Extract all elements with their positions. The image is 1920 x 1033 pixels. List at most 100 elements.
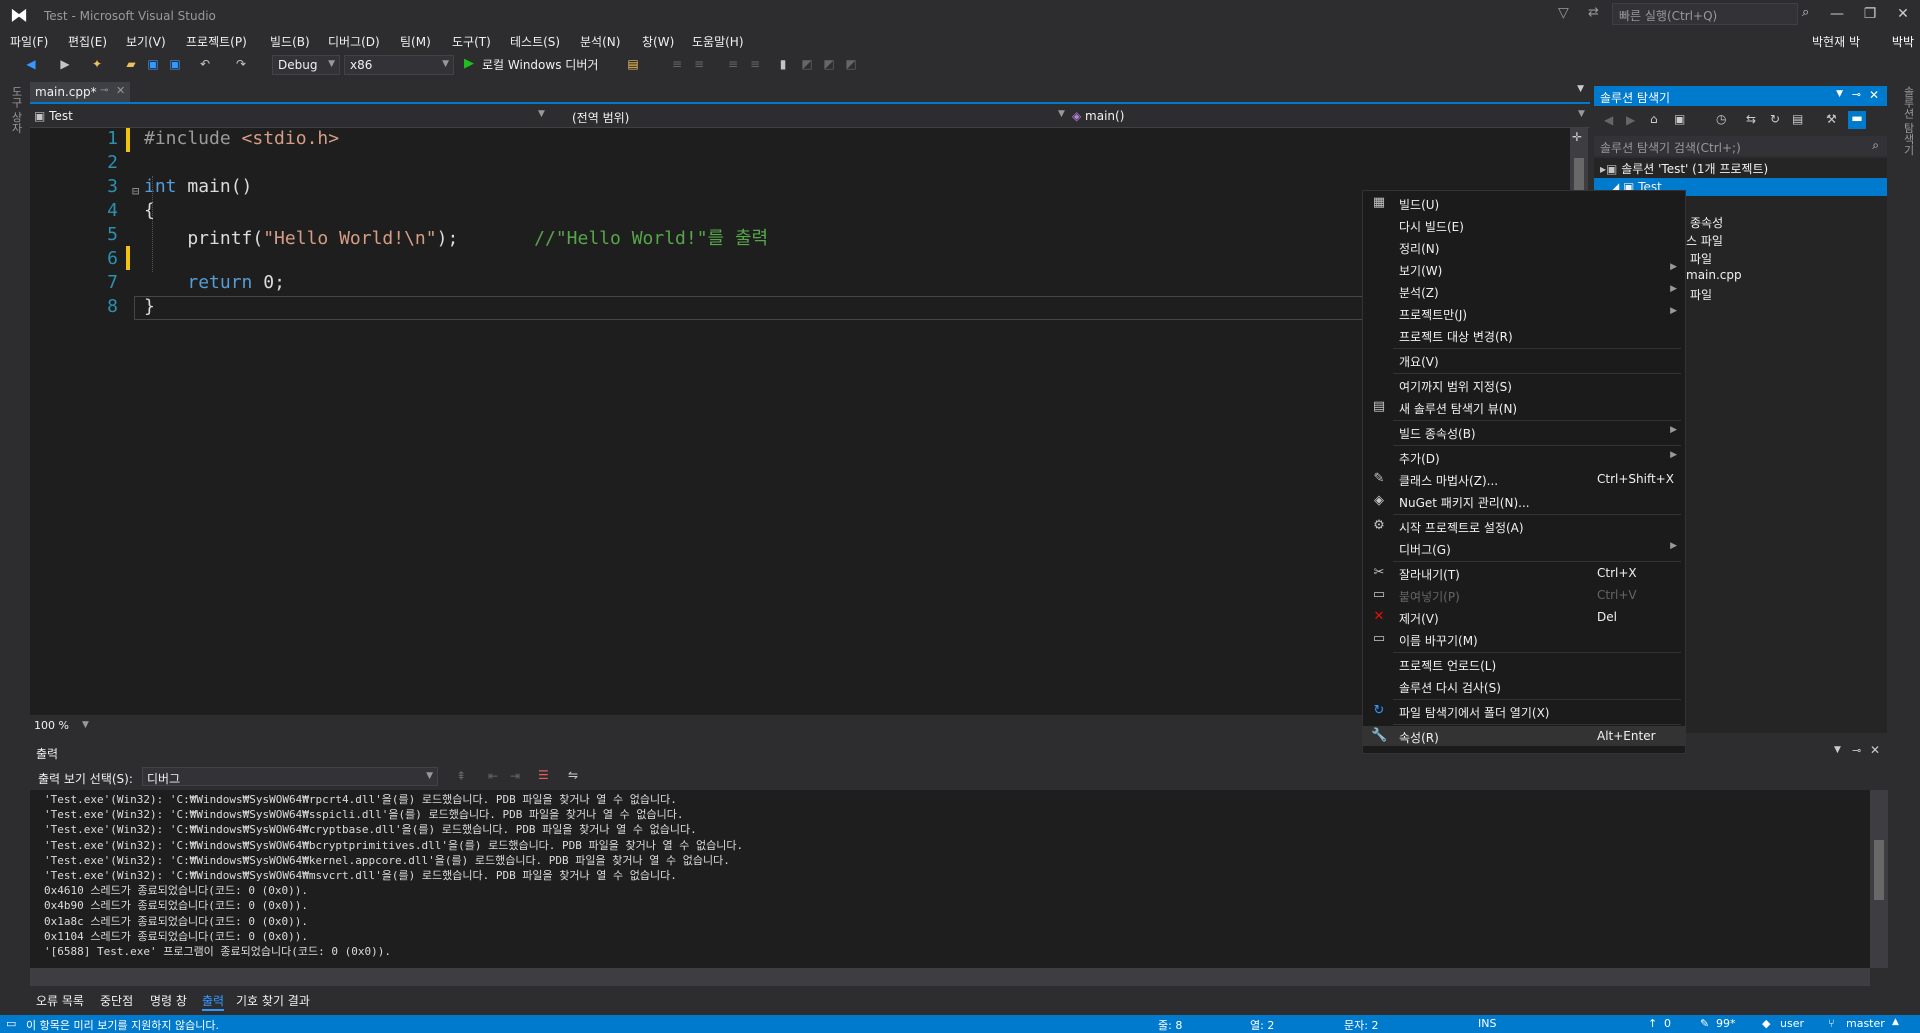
context-menu-item[interactable]: 🔧 속성(R) Alt+Enter [1363,726,1685,746]
menu-item[interactable]: 빌드(B) [270,33,310,50]
split-icon[interactable]: ✛ [1572,130,1582,144]
attach-icon[interactable]: ▤ [626,57,640,71]
context-menu-item[interactable]: 정리(N) [1363,237,1685,257]
chevron-up-icon[interactable]: ▲ [1892,1017,1899,1027]
clear-all-icon[interactable]: ☰ [538,768,549,782]
nav-scope-select[interactable]: (전역 범위) [572,109,629,126]
menu-item[interactable]: 도구(T) [452,33,491,50]
bottom-tab[interactable]: 중단점 [100,992,133,1009]
repo-icon[interactable]: ◆ [1762,1017,1770,1030]
solution-explorer-search[interactable]: 솔루션 탐색기 검색(Ctrl+;) ⌕ [1594,136,1887,156]
redo-icon[interactable]: ↷ [234,57,248,71]
up-arrow-icon[interactable]: ↑ [1648,1017,1657,1030]
context-menu-item[interactable]: ◈ NuGet 패키지 관리(N)... [1363,491,1685,511]
filter-icon[interactable]: ▽ [1558,5,1569,21]
toolbox-tab[interactable]: 도구 상자 [8,86,24,134]
start-debugger-button[interactable]: 로컬 Windows 디버거 [482,56,598,73]
close-icon[interactable]: ✕ [116,84,125,97]
uncomment-icon[interactable]: ≡ [748,57,762,71]
minimize-button[interactable]: — [1822,6,1852,22]
nav-project-select[interactable]: ▣ Test [34,109,73,123]
clear-bookmark-icon[interactable]: ◩ [844,57,858,71]
menu-item[interactable]: 파일(F) [10,33,48,50]
close-window-button[interactable]: ✕ [1888,6,1918,22]
tree-item-dependencies[interactable]: 종속성 [1690,214,1723,231]
tree-item-main-cpp[interactable]: main.cpp [1686,268,1742,282]
tree-item-resource-files[interactable]: 파일 [1690,286,1712,303]
search-icon[interactable]: ⌕ [1872,138,1879,153]
user-name[interactable]: 박현재 박 [1812,33,1860,50]
bookmark-icon[interactable]: ▮ [776,57,790,71]
pin-icon[interactable]: ⊸ [1852,744,1861,757]
chevron-down-icon[interactable]: ▼ [538,109,545,119]
menu-item[interactable]: 테스트(S) [510,33,560,50]
undo-icon[interactable]: ↶ [198,57,212,71]
next-bookmark-icon[interactable]: ◩ [822,57,836,71]
next-message-icon[interactable]: ⇥ [510,769,520,783]
menu-item[interactable]: 보기(V) [126,33,166,50]
solution-node[interactable]: ▸▣ 솔루션 'Test' (1개 프로젝트) [1600,160,1768,177]
context-menu-item[interactable]: 분석(Z) ▶ [1363,281,1685,301]
search-icon[interactable]: ⌕ [1802,5,1809,20]
code-editor[interactable]: ⊟ 1 2 3 4 5 6 7 8 #include <stdio.h> int main(){ … [30,128,1582,715]
menu-item[interactable]: 도움말(H) [692,33,744,50]
context-menu-item[interactable]: ▭ 붙여넣기(P) Ctrl+V [1363,585,1685,605]
context-menu-item[interactable]: 솔루션 다시 검사(S) [1363,676,1685,696]
scroll-thumb[interactable] [1874,840,1884,900]
maximize-button[interactable]: ❐ [1855,6,1885,22]
context-menu-item[interactable]: ▦ 빌드(U) [1363,193,1685,213]
menu-item[interactable]: 편집(E) [68,33,107,50]
context-menu-item[interactable]: ✂ 잘라내기(T) Ctrl+X [1363,563,1685,583]
tree-item-files[interactable]: 파일 [1690,250,1712,267]
play-icon[interactable]: ▶ [464,56,474,71]
home-icon[interactable]: ⌂ [1650,112,1658,126]
forward-icon[interactable]: ▶ [1626,113,1635,127]
switch-views-icon[interactable]: ▣ [1674,112,1685,126]
status-changes[interactable]: 99* [1716,1017,1736,1030]
bottom-tab[interactable]: 출력 [202,992,225,1011]
context-menu-item[interactable]: ✕ 제거(V) Del [1363,607,1685,627]
user-badge[interactable]: 박박 [1891,33,1914,50]
preview-icon[interactable]: ▬ [1848,111,1866,129]
comment-icon[interactable]: ≡ [726,57,740,71]
collapse-all-icon[interactable]: ▤ [1792,112,1803,126]
context-menu-item[interactable]: 다시 빌드(E) [1363,215,1685,235]
status-user[interactable]: user [1780,1017,1804,1030]
chevron-down-icon[interactable]: ▼ [82,720,89,730]
chevron-down-icon[interactable]: ▼ [1834,745,1841,755]
bottom-tab[interactable]: 기호 찾기 결과 [236,992,310,1009]
context-menu-item[interactable]: ⚙ 시작 프로젝트로 설정(A) [1363,516,1685,536]
menu-item[interactable]: 디버그(D) [328,33,380,50]
context-menu-item[interactable]: ↻ 파일 탐색기에서 폴더 열기(X) [1363,701,1685,721]
context-menu-item[interactable]: 개요(V) [1363,350,1685,370]
find-message-icon[interactable]: ⇞ [456,769,466,783]
menu-item[interactable]: 분석(N) [580,33,620,50]
outdent-icon[interactable]: ≡ [692,57,706,71]
context-menu-item[interactable]: 프로젝트 언로드(L) [1363,654,1685,674]
wrench-icon[interactable]: ⚒ [1826,112,1837,126]
context-menu-item[interactable]: ▭ 이름 바꾸기(M) [1363,629,1685,649]
context-menu-item[interactable]: 프로젝트만(J) ▶ [1363,303,1685,323]
pin-icon[interactable]: ⊸ [1852,88,1861,101]
chevron-down-icon[interactable]: ▼ [1058,109,1065,119]
platform-select[interactable]: x86 ▼ [344,55,454,75]
word-wrap-icon[interactable]: ⇋ [568,768,578,782]
open-file-icon[interactable]: ▰ [124,57,138,71]
tab-dropdown-icon[interactable]: ▼ [1577,84,1584,94]
close-icon[interactable]: ✕ [1870,743,1880,757]
context-menu-item[interactable]: 디버그(G) ▶ [1363,538,1685,558]
context-menu-item[interactable]: 빌드 종속성(B) ▶ [1363,422,1685,442]
context-menu-item[interactable]: 프로젝트 대상 변경(R) [1363,325,1685,345]
feedback-icon[interactable]: ⇄ [1588,5,1599,20]
output-hscrollbar[interactable] [30,968,1870,986]
sync-icon[interactable]: ⇆ [1746,112,1756,126]
chevron-down-icon[interactable]: ▼ [1578,109,1585,119]
menu-item[interactable]: 창(W) [642,33,674,50]
pencil-icon[interactable]: ✎ [1700,1017,1709,1030]
quick-launch-input[interactable]: 빠른 실행(Ctrl+Q) [1612,3,1798,25]
context-menu-item[interactable]: ✎ 클래스 마법사(Z)... Ctrl+Shift+X [1363,469,1685,489]
save-icon[interactable]: ▣ [146,57,160,71]
refresh-icon[interactable]: ↻ [1770,112,1780,126]
prev-bookmark-icon[interactable]: ◩ [800,57,814,71]
configuration-select[interactable]: Debug ▼ [272,55,340,75]
